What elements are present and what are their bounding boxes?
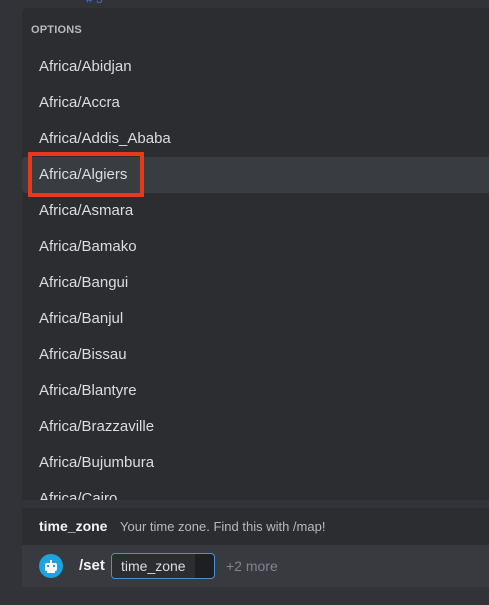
app-window: # 3 OPTIONS Africa/AbidjanAfrica/AccraAf… (0, 0, 489, 605)
option-item[interactable]: Africa/Blantyre (22, 373, 489, 409)
option-item[interactable]: Africa/Algiers (22, 157, 489, 193)
option-item[interactable]: Africa/Bissau (22, 337, 489, 373)
option-item[interactable]: Africa/Asmara (22, 193, 489, 229)
option-item[interactable]: Africa/Banjul (22, 301, 489, 337)
option-item[interactable]: Africa/Brazzaville (22, 409, 489, 445)
bot-icon (39, 554, 63, 578)
command-input-bar[interactable]: /set time_zone +2 more (22, 545, 489, 587)
parameter-description: Your time zone. Find this with /map! (120, 519, 326, 534)
time-zone-parameter-field[interactable]: time_zone (111, 553, 215, 579)
options-header: OPTIONS (31, 24, 82, 36)
option-list: Africa/Abidjan Africa/Accra Africa/Addis_A… (22, 49, 489, 500)
option-item[interactable]: Africa/Abidjan (22, 49, 489, 85)
command-name: /set (79, 557, 105, 574)
option-item[interactable]: Africa/Addis_Ababa (22, 121, 489, 157)
more-parameters-button[interactable]: +2 more (226, 558, 278, 574)
parameter-hint-bar: time_zone Your time zone. Find this with… (22, 508, 489, 545)
parameter-name: time_zone (39, 518, 108, 534)
option-item[interactable]: Africa/Accra (22, 85, 489, 121)
option-item[interactable]: Africa/Bamako (22, 229, 489, 265)
option-item[interactable]: Africa/Cairo (22, 481, 489, 500)
option-item[interactable]: Africa/Bangui (22, 265, 489, 301)
autocomplete-popup: OPTIONS Africa/Abidjan Africa/Accra Africa… (22, 8, 489, 500)
message-peek: # 3 (86, 0, 103, 6)
channel-area-edge (0, 0, 22, 605)
option-item[interactable]: Africa/Bujumbura (22, 445, 489, 481)
parameter-label: time_zone (112, 554, 195, 578)
